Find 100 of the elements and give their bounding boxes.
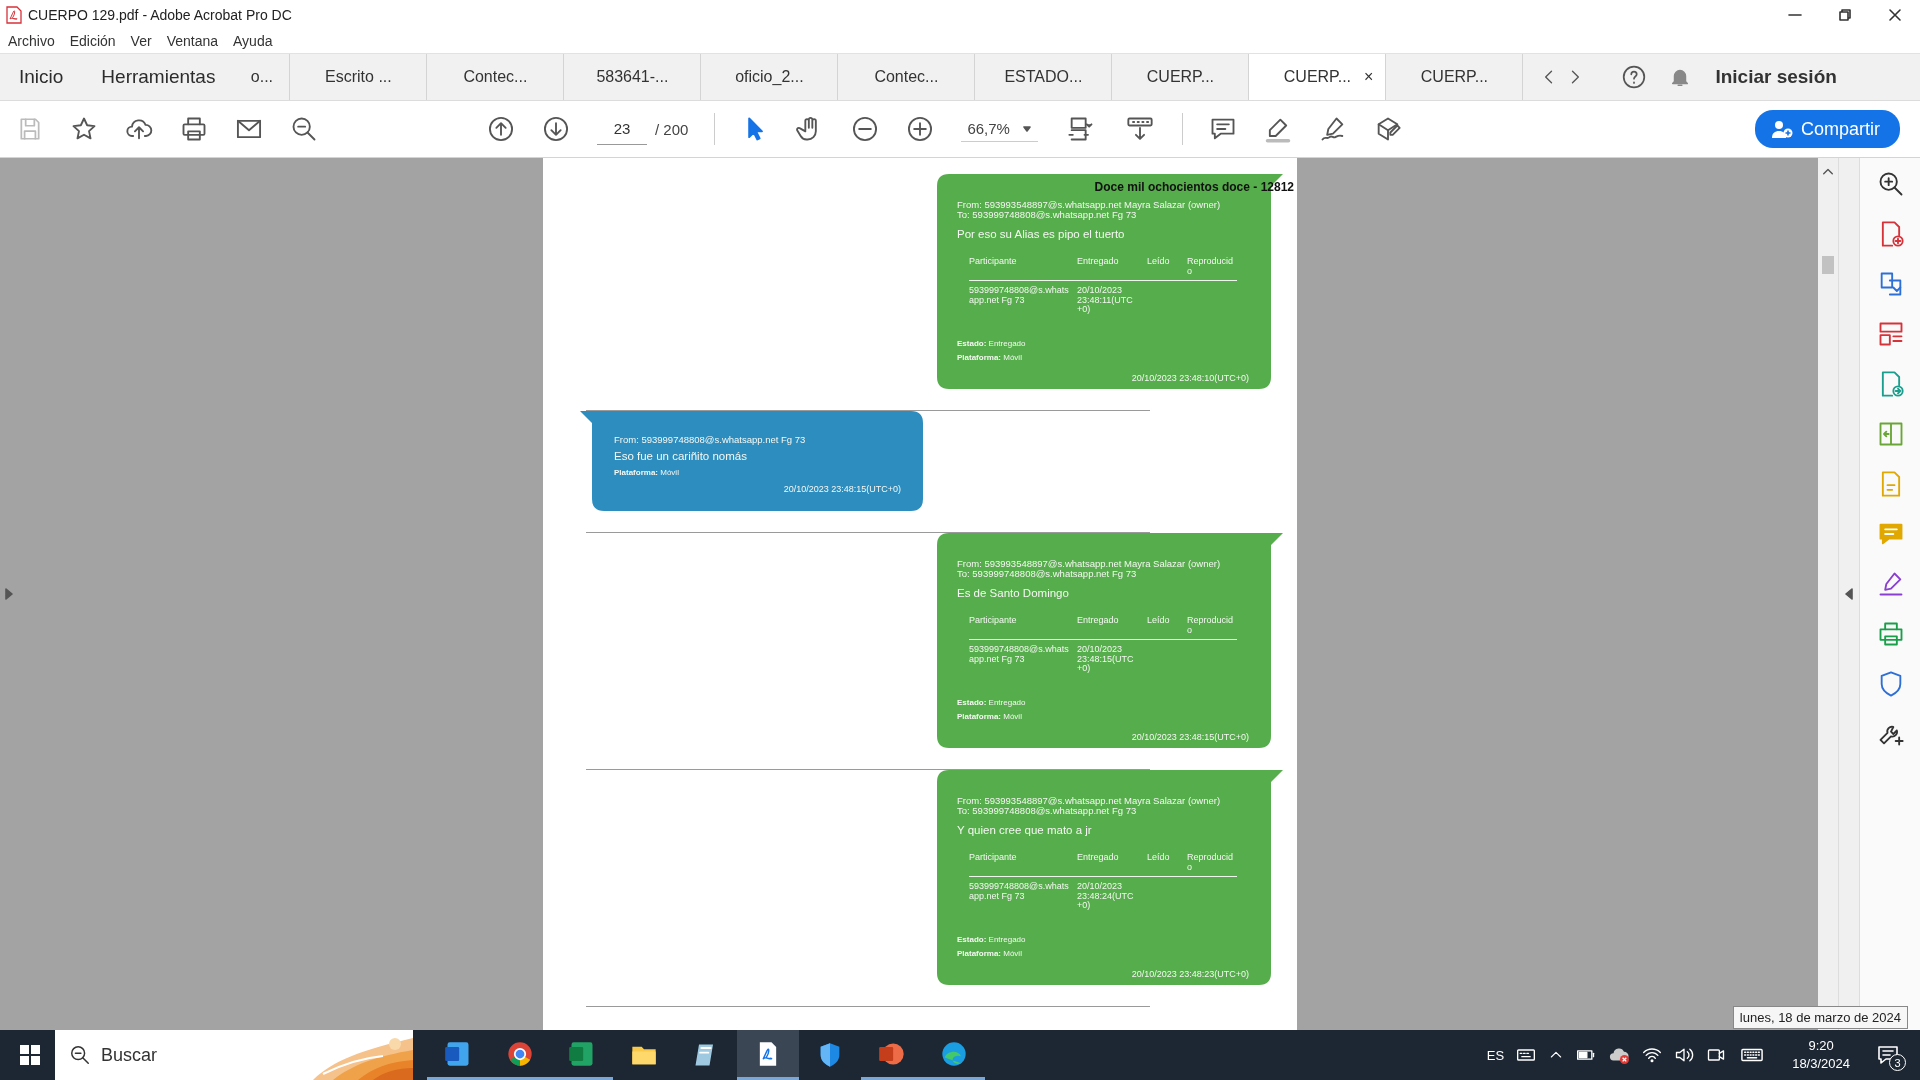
message-text: Y quien cree que mato a jr <box>957 824 1093 836</box>
sender-line: From: 593993548897@s.whatsapp.net Mayra Salazar (owner) <box>957 796 1222 806</box>
search-input[interactable]: Buscar <box>91 1030 253 1080</box>
sender-line: From: 593999748808@s.whatsapp.net Fg 73 <box>614 435 807 445</box>
zoom-in-icon[interactable] <box>906 115 935 143</box>
notification-count: 3 <box>1889 1054 1906 1071</box>
tab-close-button[interactable]: × <box>1364 68 1374 86</box>
document-tab[interactable]: o... <box>234 54 290 100</box>
close-icon[interactable] <box>1887 6 1903 23</box>
column-header: Entregado <box>1077 257 1147 281</box>
column-header: Participante <box>969 853 1077 877</box>
sender-line: From: 593993548897@s.whatsapp.net Mayra Salazar (owner) <box>957 559 1222 569</box>
scroll-mode-icon[interactable] <box>1124 115 1155 143</box>
table-cell-text: 593999748808@s.whatsapp.net Fg 73 <box>969 880 1070 903</box>
column-header: Leído <box>1147 853 1187 877</box>
search-field[interactable]: Buscar <box>55 1030 413 1080</box>
status-line: Estado: Entregado <box>957 933 1027 946</box>
menu-item[interactable]: Ventana <box>166 33 218 49</box>
sender-line: From: 593993548897@s.whatsapp.net Mayra Salazar (owner) <box>957 200 1222 210</box>
table-cell-text: 20/10/2023 23:48:11(UTC +0) <box>1077 284 1134 315</box>
sign-in-link[interactable]: Iniciar sesión <box>1715 66 1837 88</box>
add-person-icon <box>1771 119 1793 139</box>
timestamp: 20/10/2023 23:48:23(UTC+0) <box>1130 968 1249 979</box>
table-cell-text: 20/10/2023 23:48:24(UTC +0) <box>1077 880 1135 911</box>
timestamp: 20/10/2023 23:48:15(UTC+0) <box>782 484 901 494</box>
timestamp: 20/10/2023 23:48:10(UTC+0) <box>1130 372 1249 383</box>
print-production-icon[interactable] <box>1877 620 1905 648</box>
wifi-icon[interactable] <box>1642 1045 1663 1065</box>
share-button[interactable]: Compartir <box>1755 110 1900 148</box>
document-tab[interactable]: oficio_2... <box>700 54 838 100</box>
document-tab[interactable]: ESTADO... <box>974 54 1112 100</box>
column-header: Leído <box>1147 257 1187 281</box>
collapse-panel-icon[interactable] <box>1844 588 1854 600</box>
page-count: / 200 <box>655 120 689 138</box>
layout-icon[interactable] <box>1877 320 1905 348</box>
page-number-field[interactable]: 23 <box>597 113 647 145</box>
windows-start-icon[interactable] <box>20 1045 40 1065</box>
menu-item[interactable]: Ver <box>130 33 152 49</box>
menu-item[interactable]: Edición <box>69 33 116 49</box>
column-header: Entregado <box>1077 616 1147 640</box>
platform-line: Plataforma: Móvil <box>957 947 1023 960</box>
document-tab[interactable]: Contec... <box>426 54 564 100</box>
clock-time[interactable]: 9:20 <box>1808 1037 1834 1055</box>
table-cell-text: 20/10/2023 23:48:15(UTC +0) <box>1077 643 1135 674</box>
zoom-dropdown[interactable]: 66,7% <box>961 116 1038 142</box>
column-header: Leído <box>1147 616 1187 640</box>
date-tooltip: lunes, 18 de marzo de 2024 <box>1732 1006 1908 1029</box>
pdf-file-icon <box>6 5 22 24</box>
restore-icon[interactable] <box>1837 6 1853 23</box>
table-cell-text: 593999748808@s.whatsapp.net Fg 73 <box>969 643 1070 666</box>
column-header: Reproducido <box>1187 616 1237 640</box>
recipient-line: To: 593999748808@s.whatsapp.net Fg 73 <box>957 569 1137 579</box>
sign-icon[interactable] <box>1877 570 1905 598</box>
message-text: Por eso su Alias es pipo el tuerto <box>957 228 1126 240</box>
browser-app-icon[interactable] <box>506 1039 534 1068</box>
expand-panel-icon[interactable] <box>4 588 14 600</box>
column-header: Reproducido <box>1187 853 1237 877</box>
nav-tab[interactable]: Inicio <box>0 54 83 100</box>
language-indicator[interactable]: ES <box>1486 1047 1505 1063</box>
column-header: Reproducido <box>1187 257 1237 281</box>
clock-date[interactable]: 18/3/2024 <box>1792 1055 1850 1073</box>
column-header: Participante <box>969 616 1077 640</box>
recipient-line: To: 593999748808@s.whatsapp.net Fg 73 <box>957 210 1137 220</box>
message-text: Es de Santo Domingo <box>957 587 1070 599</box>
document-tab[interactable]: 583641-... <box>563 54 701 100</box>
column-header: Participante <box>969 257 1077 281</box>
column-header: Entregado <box>1077 853 1147 877</box>
document-tab[interactable]: Escrito ... <box>289 54 427 100</box>
zoom-out-search-icon[interactable] <box>290 115 318 143</box>
zoom-in-icon[interactable] <box>1877 170 1905 198</box>
help-icon[interactable] <box>1621 64 1648 90</box>
caret-icon <box>1021 123 1032 134</box>
edge-browser-icon[interactable] <box>940 1039 968 1068</box>
status-line: Estado: Entregado <box>957 696 1027 709</box>
table-cell-text: 593999748808@s.whatsapp.net Fg 73 <box>969 284 1070 307</box>
document-tab[interactable]: CUERP... × <box>1248 54 1386 100</box>
window-title: CUERPO 129.pdf - Adobe Acrobat Pro DC <box>28 6 292 23</box>
scrollbar-thumb[interactable] <box>1822 256 1834 274</box>
previous-page-icon[interactable] <box>487 115 515 143</box>
spreadsheet-app-icon[interactable] <box>568 1039 596 1068</box>
zoom-out-icon[interactable] <box>851 115 880 143</box>
menu-item[interactable]: Ayuda <box>233 33 273 49</box>
recipient-line: To: 593999748808@s.whatsapp.net Fg 73 <box>957 806 1137 816</box>
platform-line: Plataforma: Móvil <box>614 467 680 479</box>
menu-item[interactable]: Archivo <box>8 33 55 49</box>
next-page-icon[interactable] <box>542 115 570 143</box>
document-tab[interactable]: CUERP... <box>1385 54 1523 100</box>
status-line: Estado: Entregado <box>957 337 1027 350</box>
platform-line: Plataforma: Móvil <box>957 351 1023 364</box>
columns-icon[interactable] <box>1877 420 1905 448</box>
print-icon[interactable] <box>180 115 208 143</box>
message-text: Eso fue un cariñito nomás <box>614 450 748 462</box>
cloud-error-icon[interactable] <box>1608 1045 1631 1065</box>
search-icon <box>69 1044 91 1066</box>
word-app-icon[interactable] <box>444 1039 472 1068</box>
timestamp: 20/10/2023 23:48:15(UTC+0) <box>1130 731 1249 742</box>
notification-icon[interactable] <box>1876 1043 1900 1067</box>
platform-line: Plataforma: Móvil <box>957 710 1023 723</box>
document-tab[interactable]: Contec... <box>837 54 975 100</box>
nav-tab[interactable]: Herramientas <box>82 54 235 100</box>
